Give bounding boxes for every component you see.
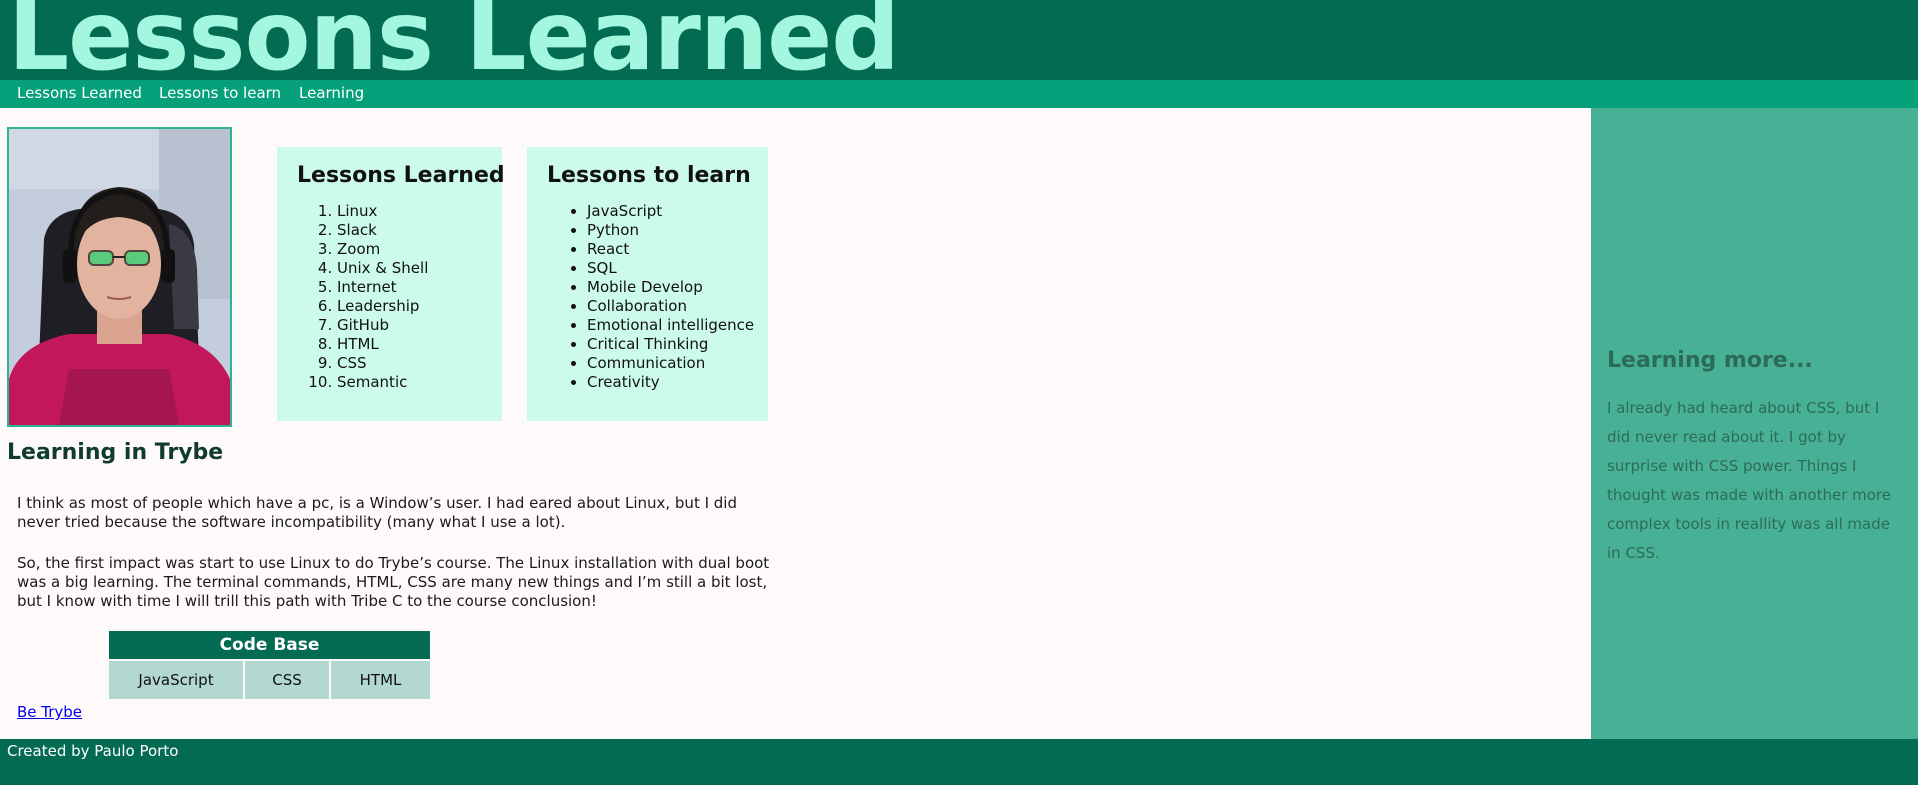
paragraph-impact: So, the first impact was start to use Li… bbox=[17, 554, 770, 610]
footer-credit: Created by Paulo Porto bbox=[7, 742, 179, 760]
paragraph-intro: I think as most of people which have a p… bbox=[17, 494, 737, 531]
be-trybe-link[interactable]: Be Trybe bbox=[17, 703, 82, 721]
list-item: HTML bbox=[337, 335, 482, 354]
list-item: CSS bbox=[337, 354, 482, 373]
list-item: Creativity bbox=[587, 373, 748, 392]
list-item: Slack bbox=[337, 221, 482, 240]
list-item: Zoom bbox=[337, 240, 482, 259]
lessons-to-learn-title: Lessons to learn bbox=[547, 163, 751, 188]
list-item: Critical Thinking bbox=[587, 335, 748, 354]
lessons-learned-list: Linux Slack Zoom Unix & Shell Internet L… bbox=[297, 202, 482, 392]
nav-item-lessons-learned[interactable]: Lessons Learned bbox=[17, 84, 142, 102]
table-cell-javascript: JavaScript bbox=[109, 661, 243, 699]
nav-item-learning[interactable]: Learning bbox=[299, 84, 364, 102]
list-item: Mobile Develop bbox=[587, 278, 748, 297]
profile-photo bbox=[7, 127, 232, 427]
page-footer: Created by Paulo Porto bbox=[0, 739, 1918, 785]
list-item: Leadership bbox=[337, 297, 482, 316]
page-title: Lessons Learned bbox=[8, 0, 900, 80]
aside-title: Learning more... bbox=[1607, 348, 1813, 373]
aside-text: I already had heard about CSS, but I did… bbox=[1607, 399, 1891, 562]
lessons-learned-title: Lessons Learned bbox=[297, 163, 505, 188]
nav-item-lessons-to-learn[interactable]: Lessons to learn bbox=[159, 84, 281, 102]
list-item: Python bbox=[587, 221, 748, 240]
list-item: Collaboration bbox=[587, 297, 748, 316]
list-item: Internet bbox=[337, 278, 482, 297]
code-base-table: Code Base JavaScript CSS HTML bbox=[107, 629, 432, 701]
code-base-caption: Code Base bbox=[109, 631, 430, 659]
list-item: React bbox=[587, 240, 748, 259]
list-item: Emotional intelligence bbox=[587, 316, 754, 335]
lessons-to-learn-card: Lessons to learn JavaScript Python React… bbox=[527, 147, 768, 421]
list-item: GitHub bbox=[337, 316, 482, 335]
list-item: Semantic bbox=[337, 373, 482, 392]
profile-photo-illustration bbox=[9, 129, 230, 425]
learning-more-aside: Learning more... I already had heard abo… bbox=[1591, 108, 1918, 739]
table-cell-html: HTML bbox=[331, 661, 430, 699]
list-item: Unix & Shell bbox=[337, 259, 482, 278]
page-header: Lessons Learned bbox=[0, 0, 1918, 80]
lessons-learned-card: Lessons Learned Linux Slack Zoom Unix & … bbox=[277, 147, 505, 421]
lessons-to-learn-list: JavaScript Python React SQL Mobile Devel… bbox=[547, 202, 754, 392]
top-nav: Lessons Learned Lessons to learn Learnin… bbox=[0, 80, 1918, 108]
list-item: JavaScript bbox=[587, 202, 748, 221]
list-item: SQL bbox=[587, 259, 748, 278]
list-item: Communication bbox=[587, 354, 748, 373]
section-title-learning-in-trybe: Learning in Trybe bbox=[7, 440, 224, 465]
list-item: Linux bbox=[337, 202, 482, 221]
table-cell-css: CSS bbox=[245, 661, 329, 699]
